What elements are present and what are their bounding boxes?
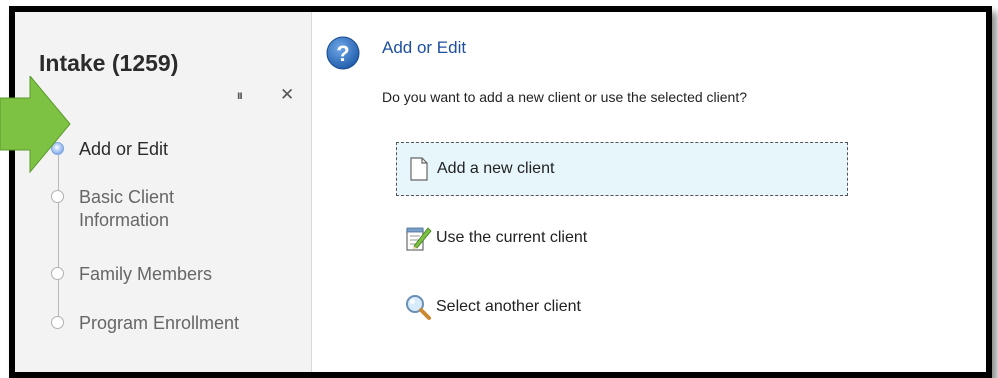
help-question-icon: ?	[326, 36, 360, 70]
sidebar-title: Intake (1259)	[39, 50, 179, 76]
step-indicator	[51, 190, 64, 203]
use-current-client-option[interactable]: Use the current client	[396, 211, 848, 265]
step-indicator	[51, 267, 64, 280]
add-new-client-option[interactable]: Add a new client	[396, 142, 848, 196]
step-label: Program Enrollment	[79, 313, 240, 333]
main-panel: ? Add or Edit Do you want to add a new c…	[312, 12, 986, 372]
svg-text:?: ?	[336, 41, 349, 66]
option-label: Use the current client	[436, 229, 588, 246]
page-title: Add or Edit	[382, 38, 467, 57]
option-label: Add a new client	[437, 160, 555, 177]
sidebar: Intake (1259) ıı ✕ Add or Edit Basic Cli…	[15, 12, 312, 372]
new-document-icon	[405, 155, 433, 183]
step-label: Add or Edit	[79, 139, 169, 159]
select-another-client-option[interactable]: Select another client	[396, 280, 848, 334]
magnifier-icon	[404, 293, 432, 321]
pin-button[interactable]: ıı	[237, 88, 243, 102]
option-label: Select another client	[436, 298, 581, 315]
prompt-text: Do you want to add a new client or use t…	[382, 89, 747, 105]
step-label: Basic Client Information	[79, 187, 175, 230]
step-label: Family Members	[79, 264, 213, 284]
step-indicator	[51, 316, 64, 329]
green-arrow-pointer	[0, 76, 71, 174]
intake-dialog: Intake (1259) ıı ✕ Add or Edit Basic Cli…	[9, 6, 992, 378]
steps-connector-line	[58, 152, 59, 322]
edit-notepad-icon	[404, 224, 432, 252]
close-button[interactable]: ✕	[280, 85, 294, 105]
